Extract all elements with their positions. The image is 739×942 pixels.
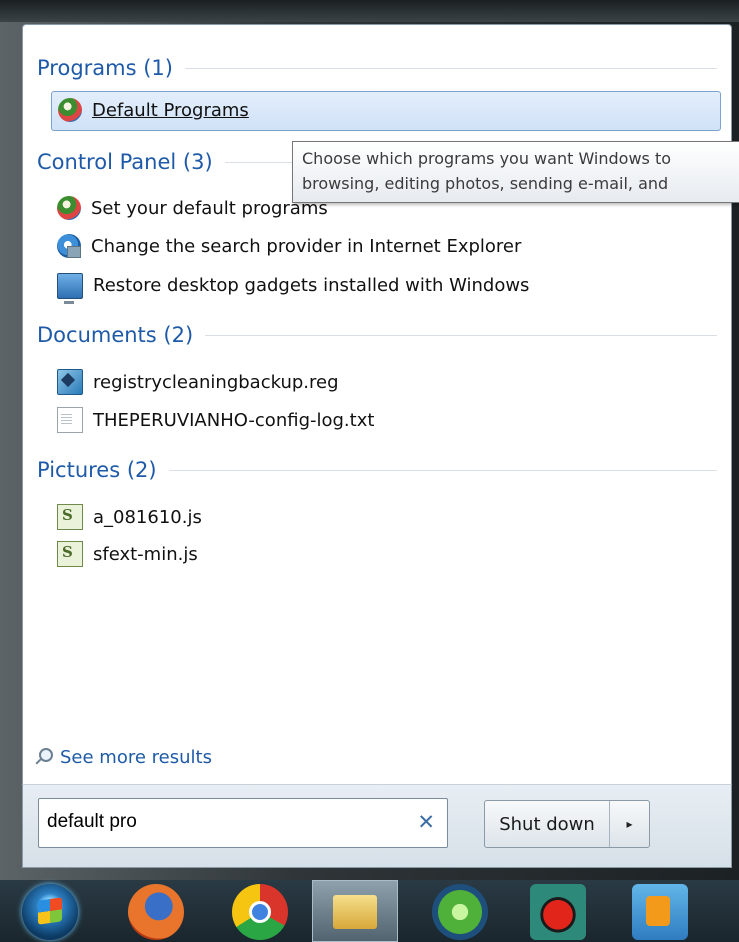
shutdown-options-arrow-icon[interactable]: ▸ [610,801,649,847]
firefox-icon[interactable] [128,884,184,940]
result-restore-gadgets[interactable]: Restore desktop gadgets installed with W… [57,270,530,304]
default-programs-icon [58,98,82,122]
result-default-programs[interactable]: Default Programs [58,95,249,125]
internet-explorer-icon [57,234,81,258]
script-file-icon [57,541,83,567]
result-label: Default Programs [92,99,249,121]
search-icon [34,748,53,766]
group-header-pictures: Pictures (2) [37,455,717,485]
windows-explorer-icon[interactable] [312,880,398,942]
selected-result-default-programs[interactable]: Default Programs [51,91,721,131]
result-label: a_081610.js [93,506,202,528]
result-set-default-programs[interactable]: Set your default programs [57,193,328,223]
default-programs-icon [57,196,81,220]
shutdown-control[interactable]: Shut down ▸ [484,800,650,848]
start-orb-icon[interactable] [22,884,78,940]
group-header-programs: Programs (1) [37,53,717,83]
divider [205,334,717,336]
result-config-log[interactable]: THEPERUVIANHO-config-log.txt [57,405,374,435]
tooltip-line-1: Choose which programs you want Windows t… [302,149,672,168]
result-registry-backup[interactable]: registrycleaningbackup.reg [57,367,339,397]
see-more-results-link[interactable]: See more results [34,742,212,772]
divider [168,469,717,471]
result-a-081610-js[interactable]: a_081610.js [57,502,202,532]
result-label: sfext-min.js [93,543,198,565]
search-results-panel: Programs (1) Default Programs Control Pa… [22,24,732,785]
gadgets-icon [57,273,83,304]
registry-file-icon [57,369,83,395]
divider [184,67,717,69]
text-file-icon [57,407,83,433]
result-sfext-min-js[interactable]: sfext-min.js [57,539,198,569]
group-header-documents: Documents (2) [37,320,717,350]
script-file-icon [57,504,83,530]
taskbar [0,880,739,942]
sims-icon[interactable] [432,884,488,940]
result-change-search-provider[interactable]: Change the search provider in Internet E… [57,231,521,261]
clear-search-icon[interactable]: ✕ [417,810,435,834]
shutdown-button[interactable]: Shut down [485,801,610,847]
result-label: THEPERUVIANHO-config-log.txt [93,409,375,431]
search-input[interactable] [47,811,407,833]
result-label: Restore desktop gadgets installed with W… [93,274,530,296]
media-player-icon[interactable] [632,884,688,940]
tooltip: Choose which programs you want Windows t… [292,141,739,203]
chrome-icon[interactable] [232,884,288,940]
tooltip-line-2: browsing, editing photos, sending e-mail… [302,174,669,193]
search-box[interactable]: ✕ [38,798,448,848]
ladybug-app-icon[interactable] [530,884,586,940]
result-label: registrycleaningbackup.reg [93,371,339,393]
result-label: Change the search provider in Internet E… [91,235,522,257]
